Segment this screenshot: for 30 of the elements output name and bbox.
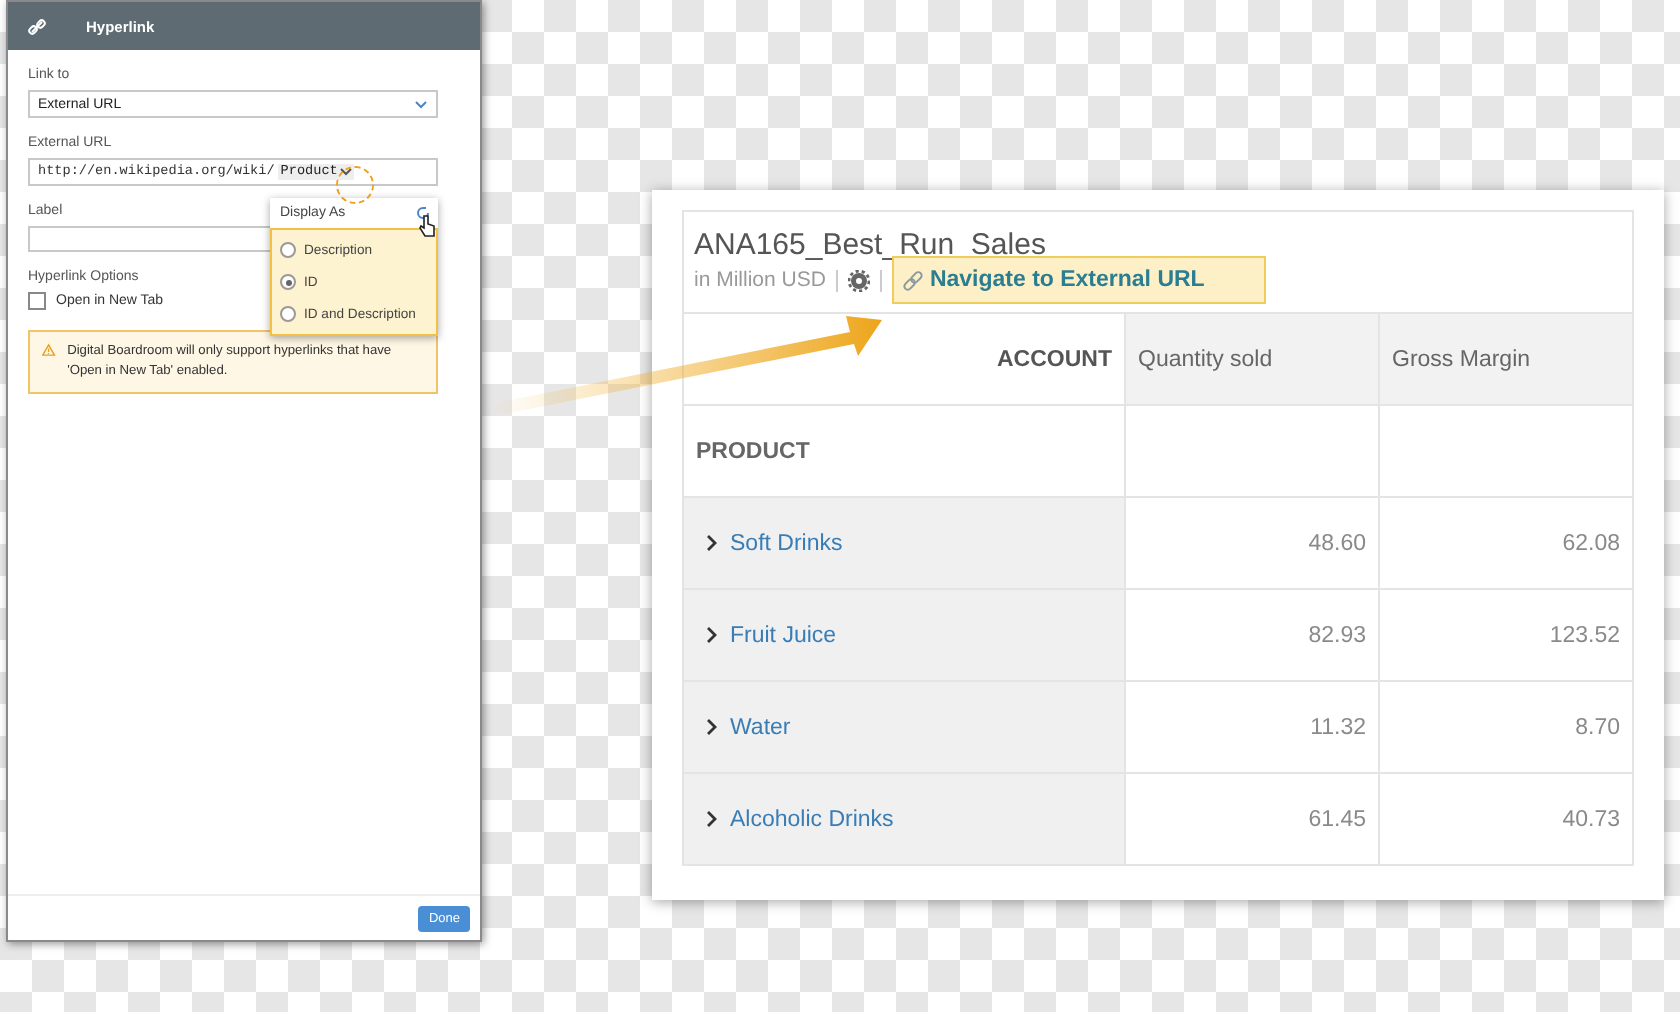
radio-button[interactable] — [280, 274, 296, 290]
chevron-down-icon — [339, 168, 352, 176]
report-subtitle: in Million USD — [694, 268, 826, 292]
table-cell: 48.60 — [1124, 496, 1378, 588]
table-cell: 123.52 — [1378, 588, 1632, 680]
link-tooltip[interactable]: Navigate to External URL — [891, 256, 1267, 304]
link-icon — [28, 17, 46, 35]
link-icon — [901, 269, 924, 291]
table-cell: 40.73 — [1378, 772, 1632, 864]
gear-icon — [847, 269, 870, 291]
table-cell: 8.70 — [1378, 680, 1632, 772]
column-header: Quantity sold — [1124, 312, 1378, 404]
chevron-down-icon — [414, 99, 428, 109]
radio-button[interactable] — [280, 306, 296, 322]
link-text[interactable]: Navigate to External URL — [929, 268, 1205, 292]
row-link[interactable]: Water — [684, 680, 1124, 772]
row-link[interactable]: Soft Drinks — [684, 496, 1124, 588]
column-header: Gross Margin — [1378, 312, 1632, 404]
table-cell: 11.32 — [1124, 680, 1378, 772]
refresh-icon — [416, 206, 430, 220]
warning-icon — [42, 342, 56, 358]
highlight-ring — [336, 166, 374, 204]
row-link[interactable]: Alcoholic Drinks — [684, 772, 1124, 864]
row-link[interactable]: Fruit Juice — [684, 588, 1124, 680]
table-cell: 62.08 — [1378, 496, 1632, 588]
checkbox[interactable] — [28, 292, 46, 310]
table-cell: 61.45 — [1124, 772, 1378, 864]
report-title: ANA165_Best_Run_Sales — [694, 228, 1048, 262]
table-cell: 82.93 — [1124, 588, 1378, 680]
radio-button[interactable] — [280, 242, 296, 258]
